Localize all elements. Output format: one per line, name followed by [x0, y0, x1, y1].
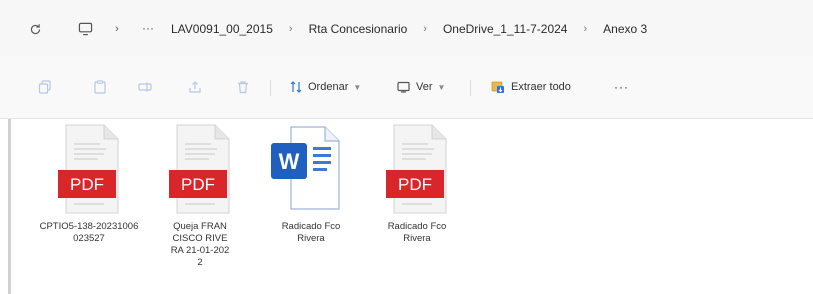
extract-icon — [491, 80, 505, 94]
breadcrumb-item[interactable]: Rta Concesionario — [306, 22, 411, 36]
paste-icon[interactable] — [93, 80, 107, 94]
file-item[interactable]: PDF Radicado Fco Rivera — [367, 121, 467, 245]
breadcrumb-item[interactable]: LAV0091_00_2015 — [168, 22, 276, 36]
pdf-badge: PDF — [398, 175, 432, 194]
breadcrumb-overflow[interactable]: ··· — [138, 19, 158, 37]
computer-icon[interactable] — [76, 20, 94, 38]
pdf-file-icon: PDF — [150, 121, 250, 217]
refresh-icon[interactable] — [26, 20, 44, 38]
file-list: PDF CPTIO5-138-20231006023527 PDF Queja … — [0, 119, 813, 294]
sort-button[interactable]: Ordenar ▼ — [290, 76, 361, 98]
sort-label: Ordenar — [308, 81, 349, 93]
pdf-file-icon: PDF — [39, 121, 139, 217]
more-icon: ··· — [614, 80, 629, 94]
extract-all-button[interactable]: Extraer todo — [491, 76, 571, 98]
extract-all-label: Extraer todo — [511, 81, 571, 93]
pdf-badge: PDF — [70, 175, 104, 194]
file-name: Radicado Fco Rivera — [387, 221, 447, 244]
address-bar: › ··· LAV0091_00_2015 › Rta Concesionari… — [0, 0, 813, 56]
file-name: Radicado Fco Rivera — [281, 221, 341, 244]
divider — [270, 80, 271, 96]
pdf-badge: PDF — [181, 175, 215, 194]
view-icon — [397, 81, 410, 93]
sort-icon — [290, 81, 302, 93]
file-name: Queja FRANCISCO RIVERA 21-01-2022 — [170, 221, 230, 268]
more-options-button[interactable]: ··· — [614, 76, 629, 98]
rename-icon[interactable] — [138, 80, 152, 94]
file-name: CPTIO5-138-20231006023527 — [39, 221, 139, 244]
breadcrumb-item-current[interactable]: Anexo 3 — [600, 22, 650, 36]
chevron-right-icon: › — [583, 23, 588, 35]
breadcrumb: LAV0091_00_2015 › Rta Concesionario › On… — [168, 19, 650, 39]
chevron-down-icon: ▼ — [437, 82, 446, 92]
copy-icon[interactable] — [38, 80, 52, 94]
word-badge: W — [279, 149, 300, 174]
chevron-right-icon: › — [115, 23, 119, 35]
chevron-right-icon: › — [288, 23, 293, 35]
view-button[interactable]: Ver ▼ — [397, 76, 445, 98]
breadcrumb-item[interactable]: OneDrive_1_11-7-2024 — [440, 22, 571, 36]
share-icon[interactable] — [188, 80, 202, 94]
view-label: Ver — [416, 81, 433, 93]
file-item[interactable]: W Radicado Fco Rivera — [261, 121, 361, 245]
delete-icon[interactable] — [236, 80, 250, 94]
chevron-right-icon: › — [423, 23, 427, 35]
file-item[interactable]: PDF CPTIO5-138-20231006023527 — [39, 121, 139, 245]
pdf-file-icon: PDF — [367, 121, 467, 217]
navigation-pane-edge — [8, 119, 11, 294]
chevron-down-icon: ▼ — [353, 82, 362, 92]
word-file-icon: W — [261, 121, 361, 217]
file-item[interactable]: PDF Queja FRANCISCO RIVERA 21-01-2022 — [150, 121, 250, 269]
command-bar: Ordenar ▼ Ver ▼ Extraer todo ··· — [0, 56, 813, 119]
divider — [470, 80, 471, 96]
file-explorer-window: › ··· LAV0091_00_2015 › Rta Concesionari… — [0, 0, 813, 294]
